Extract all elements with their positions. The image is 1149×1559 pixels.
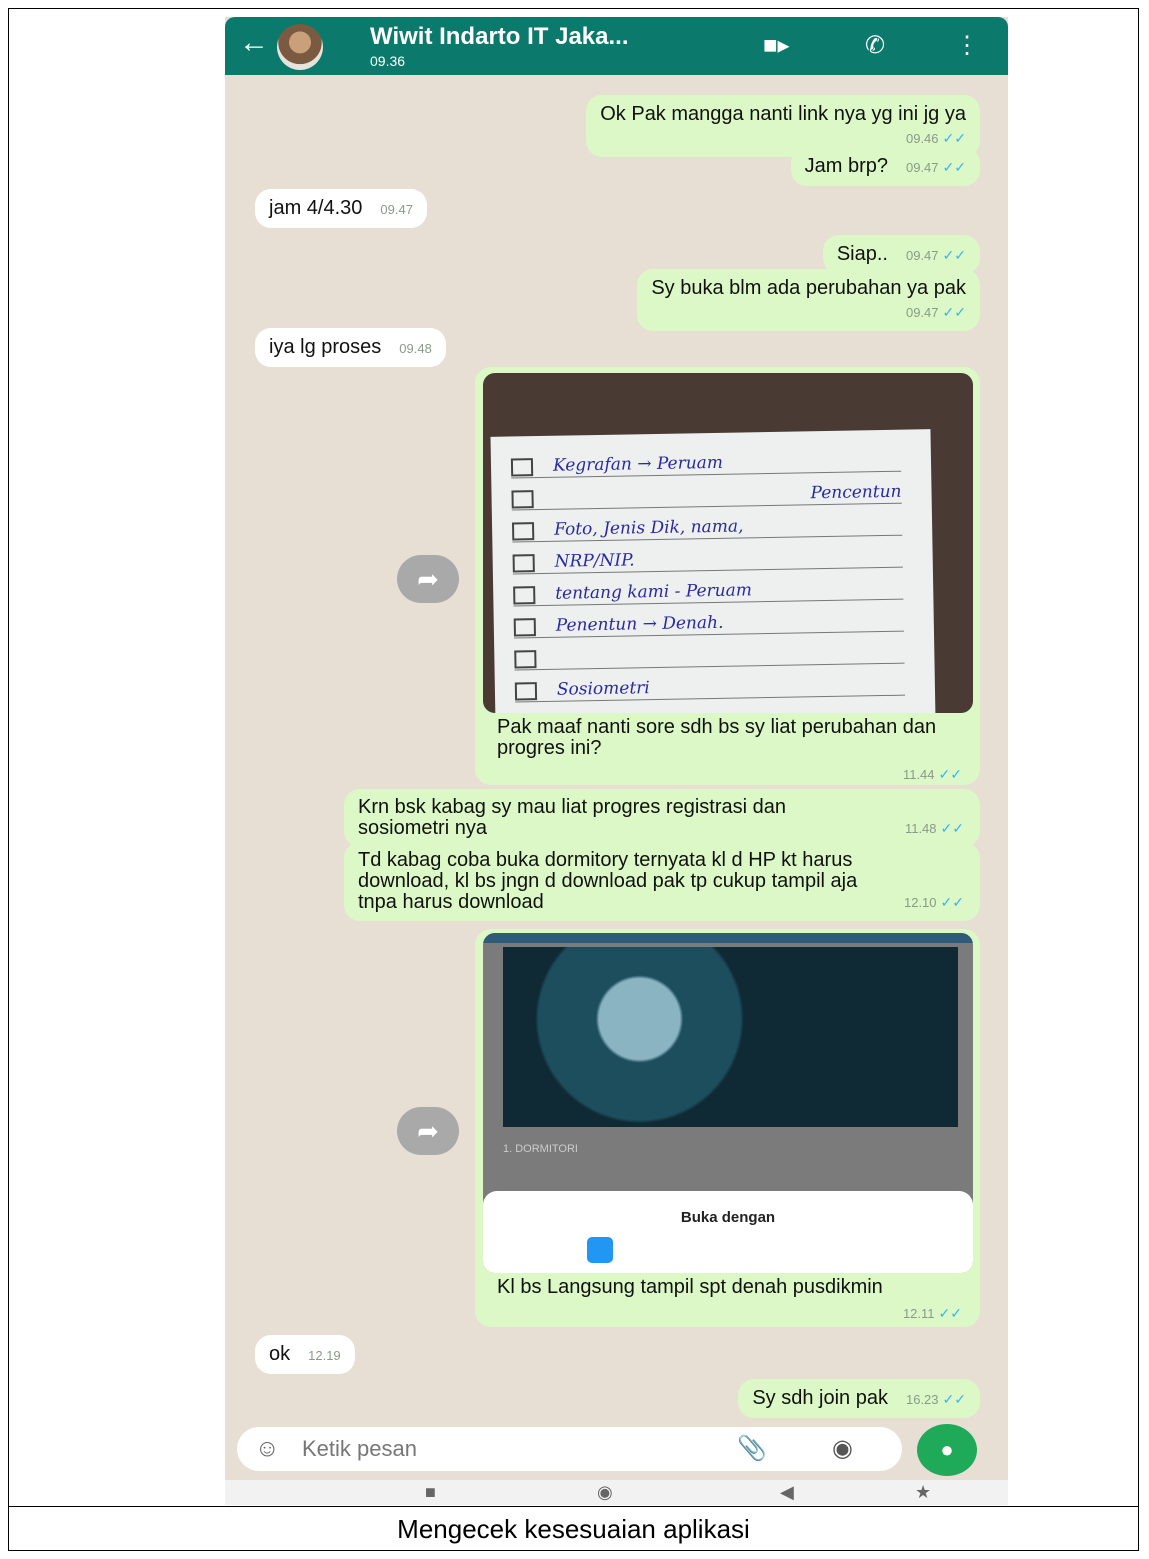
read-receipt-icon: ✓✓: [942, 130, 966, 146]
home-icon[interactable]: ◉: [597, 1482, 613, 1503]
phone-screen: ← Wiwit Indarto IT Jaka... 09.36 ■▸ ✆ ⋮ …: [225, 17, 1008, 1505]
kebab-menu-icon[interactable]: ⋮: [955, 31, 979, 60]
message-text: Td kabag coba buka dormitory ternyata kl…: [358, 849, 858, 913]
camera-icon[interactable]: ◉: [832, 1434, 853, 1463]
message-time: 16.23: [905, 1392, 939, 1407]
message-text: Kl bs Langsung tampil spt denah pusdikmi…: [497, 1276, 883, 1298]
image-message-out[interactable]: Kegrafan → Peruam Pencentun Foto, Jenis …: [475, 367, 980, 785]
read-receipt-icon: ✓✓: [942, 247, 966, 263]
forward-icon[interactable]: ➦: [397, 1107, 459, 1155]
message-bubble-out[interactable]: Sy buka blm ada perubahan ya pak 09.47 ✓✓: [637, 269, 980, 331]
video-call-icon[interactable]: ■▸: [763, 31, 790, 60]
message-bubble-out[interactable]: Td kabag coba buka dormitory ternyata kl…: [344, 842, 980, 921]
message-bubble-out[interactable]: Sy sdh join pak 16.23 ✓✓: [738, 1379, 980, 1418]
message-text: iya lg proses: [269, 336, 382, 358]
message-text: Siap..: [836, 243, 888, 265]
message-time: 12.10: [903, 895, 937, 910]
message-bubble-in[interactable]: jam 4/4.30 09.47: [255, 189, 427, 228]
microphone-icon[interactable]: ●: [917, 1424, 977, 1476]
read-receipt-icon: ✓✓: [942, 1391, 966, 1407]
paperclip-icon[interactable]: 📎: [737, 1434, 767, 1463]
contact-last-seen: 09.36: [370, 53, 406, 69]
message-time: 11.44: [902, 767, 935, 782]
message-composer: ☺ Ketik pesan 📎 ◉: [237, 1427, 902, 1471]
read-receipt-icon: ✓✓: [938, 1305, 962, 1321]
emoji-icon[interactable]: ☺: [255, 1435, 280, 1463]
read-receipt-icon: ✓✓: [942, 159, 966, 175]
message-time: 09.47: [905, 248, 939, 263]
message-text: Ok Pak mangga nanti link nya yg ini jg y…: [600, 103, 966, 125]
avatar[interactable]: [277, 24, 323, 70]
phone-icon[interactable]: ✆: [865, 31, 885, 60]
back-nav-icon[interactable]: ◀: [780, 1482, 794, 1503]
message-time: 09.47: [380, 202, 413, 217]
app-icon: [587, 1237, 613, 1263]
message-time: 09.46: [905, 131, 939, 146]
message-bubble-out[interactable]: Jam brp? 09.47 ✓✓: [790, 147, 980, 186]
open-with-sheet: Buka dengan: [483, 1191, 973, 1273]
message-time: 12.19: [308, 1348, 341, 1363]
file-label: 1. DORMITORI: [503, 1143, 578, 1155]
read-receipt-icon: ✓✓: [940, 820, 964, 836]
accessibility-icon[interactable]: ★: [915, 1482, 931, 1503]
message-text: Pak maaf nanti sore sdh bs sy liat perub…: [497, 716, 937, 759]
chat-header: ← Wiwit Indarto IT Jaka... 09.36 ■▸ ✆ ⋮: [225, 17, 1008, 75]
message-time: 09.47: [905, 160, 939, 175]
message-text: Jam brp?: [804, 155, 888, 177]
message-text: Sy sdh join pak: [752, 1387, 888, 1409]
microphone-image: [503, 947, 958, 1127]
contact-name[interactable]: Wiwit Indarto IT Jaka...: [370, 23, 629, 51]
message-time: 11.48: [904, 821, 937, 836]
read-receipt-icon: ✓✓: [942, 304, 966, 320]
screenshot-image[interactable]: 1. DORMITORI Buka dengan: [483, 933, 973, 1273]
message-text: ok: [269, 1343, 291, 1365]
back-arrow-icon[interactable]: ←: [239, 27, 269, 59]
message-input[interactable]: Ketik pesan: [302, 1436, 417, 1462]
message-bubble-in[interactable]: iya lg proses 09.48: [255, 328, 446, 367]
message-text: Sy buka blm ada perubahan ya pak: [651, 277, 966, 299]
figure-caption: Mengecek kesesuaian aplikasi: [8, 1506, 1139, 1551]
sheet-title: Buka dengan: [680, 1209, 776, 1226]
message-time: 09.48: [399, 341, 432, 356]
message-time: 12.11: [902, 1306, 935, 1321]
read-receipt-icon: ✓✓: [940, 894, 964, 910]
message-text: jam 4/4.30: [269, 197, 363, 219]
notebook-photo[interactable]: Kegrafan → Peruam Pencentun Foto, Jenis …: [483, 373, 973, 713]
message-bubble-in[interactable]: ok 12.19: [255, 1335, 355, 1374]
note-page: Kegrafan → Peruam Pencentun Foto, Jenis …: [490, 429, 936, 713]
message-bubble-out[interactable]: Krn bsk kabag sy mau liat progres regist…: [344, 789, 980, 847]
message-time: 09.47: [905, 305, 939, 320]
image-message-out[interactable]: 1. DORMITORI Buka dengan Kl bs Langsung …: [475, 929, 980, 1327]
forward-icon[interactable]: ➦: [397, 555, 459, 603]
message-text: Krn bsk kabag sy mau liat progres regist…: [358, 796, 786, 839]
system-nav-bar: ■ ◉ ◀ ★: [225, 1480, 1008, 1505]
read-receipt-icon: ✓✓: [938, 766, 962, 782]
recent-apps-icon[interactable]: ■: [425, 1482, 436, 1503]
